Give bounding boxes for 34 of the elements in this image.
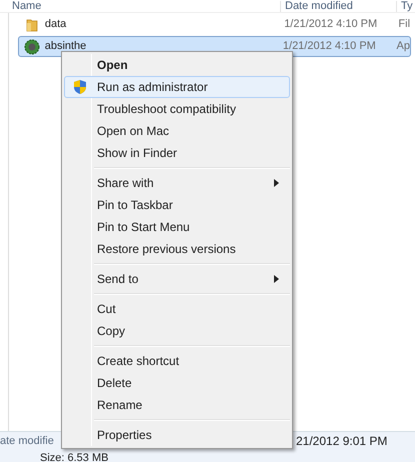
gear-icon xyxy=(24,38,40,54)
menu-item[interactable]: Create shortcut xyxy=(64,350,290,372)
menu-item[interactable]: Cut xyxy=(64,298,290,320)
submenu-arrow-icon xyxy=(274,275,279,283)
menu-item[interactable]: Rename xyxy=(64,394,290,416)
detail-value: 21/2012 9:01 PM xyxy=(296,434,388,448)
column-header[interactable]: Date modified xyxy=(280,1,396,12)
menu-item[interactable]: Pin to Start Menu xyxy=(64,216,290,238)
menu-item[interactable]: Copy xyxy=(64,320,290,342)
file-date: 1/21/2012 4:10 PM xyxy=(282,39,377,54)
menu-item[interactable]: Open xyxy=(64,54,290,76)
menu-item[interactable]: Run as administrator xyxy=(64,76,290,98)
column-header[interactable]: Name xyxy=(0,1,280,12)
file-type: Fil xyxy=(398,17,410,32)
menu-item[interactable]: Send to xyxy=(64,268,290,290)
detail-size: Size: 6.53 MB xyxy=(39,451,110,462)
column-header[interactable]: Ty xyxy=(396,1,413,12)
menu-item[interactable]: Restore previous versions xyxy=(64,238,290,260)
shield-icon xyxy=(72,79,86,95)
file-name: data xyxy=(44,17,68,32)
detail-label: ate modifie xyxy=(0,435,54,447)
menu-item[interactable]: Pin to Taskbar xyxy=(64,194,290,216)
file-name: absinthe xyxy=(44,39,88,54)
menu-item[interactable]: Share with xyxy=(64,172,290,194)
menu-item[interactable]: Properties xyxy=(64,424,290,446)
file-date: 1/21/2012 4:10 PM xyxy=(284,17,378,32)
submenu-arrow-icon xyxy=(274,179,279,187)
menu-item[interactable]: Delete xyxy=(64,372,290,394)
file-type: Ap xyxy=(396,39,410,54)
menu-item[interactable]: Open on Mac xyxy=(64,120,290,142)
menu-item[interactable]: Troubleshoot compatibility xyxy=(64,98,290,120)
folder-icon xyxy=(24,18,39,32)
file-row[interactable]: data 1/21/2012 4:10 PM Fil xyxy=(18,14,411,35)
menu-item[interactable]: Show in Finder xyxy=(64,142,290,164)
